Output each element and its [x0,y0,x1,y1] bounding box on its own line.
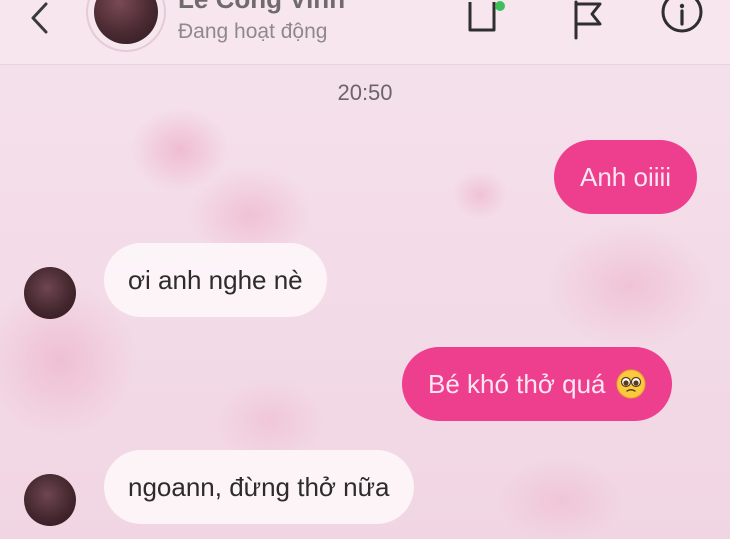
back-button[interactable] [22,0,58,36]
sender-avatar[interactable] [24,267,76,319]
contact-name[interactable]: Lê Công Vinh [178,0,345,15]
contact-status: Đang hoạt động [178,20,328,43]
outgoing-message-bubble[interactable]: Bé khó thở quá [402,347,672,421]
incoming-message-bubble[interactable]: ơi anh nghe nè [104,243,327,317]
message-text: ngoann, đừng thở nữa [128,471,390,502]
message-text: Anh oiiii [580,161,672,192]
sender-avatar[interactable] [24,474,76,526]
video-call-button[interactable] [466,0,510,40]
report-button[interactable] [566,0,610,40]
video-call-icon [468,1,505,32]
pleading-face-emoji-icon [616,369,646,399]
chat-header: Lê Công Vinh Đang hoạt động [0,0,730,65]
message-timestamp: 20:50 [337,80,393,105]
contact-avatar[interactable] [88,0,164,50]
back-chevron-icon [31,2,48,34]
outgoing-message-bubble[interactable]: Anh oiiii [554,140,698,214]
contact-avatar-image [94,0,158,44]
info-button[interactable] [660,0,704,40]
incoming-message-bubble[interactable]: ngoann, đừng thở nữa [104,450,414,524]
info-icon [661,0,703,33]
flag-icon [574,0,602,40]
message-text: Bé khó thở quá [428,368,606,399]
message-text: ơi anh nghe nè [128,264,303,295]
